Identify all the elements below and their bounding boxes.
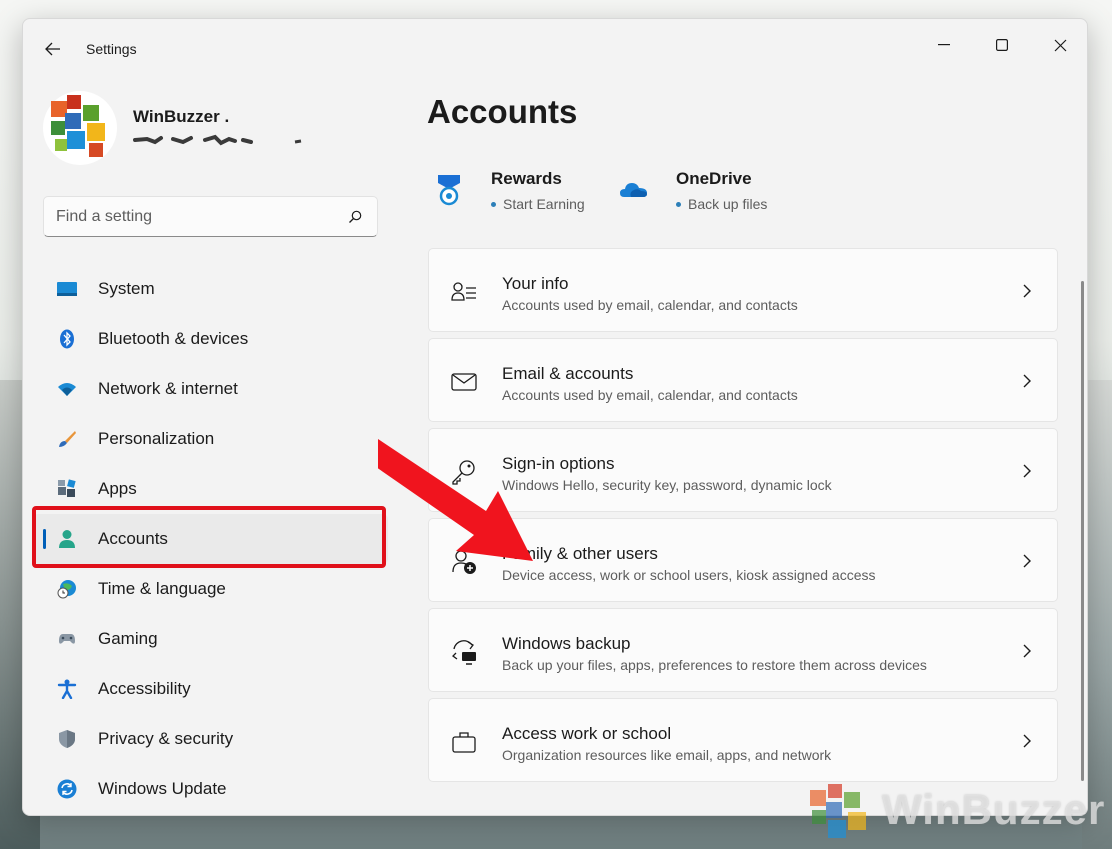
sidebar-item-label: Time & language — [98, 579, 226, 598]
sidebar-item-label: Gaming — [98, 629, 158, 648]
card-title: Windows backup — [502, 634, 631, 653]
search-input[interactable] — [56, 206, 336, 228]
sidebar-item-label: Windows Update — [98, 779, 227, 798]
card-subtitle: Organization resources like email, apps,… — [502, 747, 832, 763]
chevron-right-icon — [1023, 464, 1031, 478]
sidebar-item-windows-update[interactable]: Windows Update — [33, 764, 388, 814]
backup-sync-icon — [452, 640, 476, 665]
accounts-highlight-annotation — [32, 506, 386, 568]
sidebar-item-label: Accessibility — [98, 679, 191, 698]
onedrive-subtitle: Back up files — [676, 196, 767, 212]
settings-window: Settings WinBuzzer . Find a setting Syst… — [22, 18, 1088, 816]
onedrive-promo[interactable]: OneDrive Back up files — [620, 169, 790, 219]
close-button[interactable] — [1037, 27, 1083, 63]
onedrive-title: OneDrive — [676, 169, 752, 188]
sidebar-item-label: Personalization — [98, 429, 215, 448]
paintbrush-icon — [59, 431, 76, 447]
watermark-text: WinBuzzer — [882, 786, 1106, 833]
sidebar-item-label: Bluetooth & devices — [98, 329, 249, 348]
sidebar-item-bluetooth[interactable]: Bluetooth & devices — [33, 314, 388, 364]
user-name: WinBuzzer . — [133, 107, 230, 126]
sidebar-item-time-language[interactable]: Time & language — [33, 564, 388, 614]
chevron-right-icon — [1023, 734, 1031, 748]
back-button[interactable] — [39, 37, 67, 61]
wifi-icon — [58, 383, 76, 396]
onedrive-cloud-icon — [620, 183, 647, 197]
sidebar-item-privacy-security[interactable]: Privacy & security — [33, 714, 388, 764]
card-title: Email & accounts — [502, 364, 634, 383]
system-display-icon — [57, 282, 77, 296]
card-title: Access work or school — [502, 724, 672, 743]
redaction-scribble-icon — [133, 134, 302, 146]
page-title: Accounts — [427, 93, 578, 130]
card-your-info[interactable]: Your info Accounts used by email, calend… — [428, 248, 1058, 332]
card-subtitle: Back up your files, apps, preferences to… — [502, 657, 927, 673]
card-subtitle: Device access, work or school users, kio… — [502, 567, 876, 583]
card-email-accounts[interactable]: Email & accounts Accounts used by email,… — [428, 338, 1058, 422]
sidebar-item-label: Privacy & security — [98, 729, 234, 748]
close-icon — [1054, 39, 1066, 51]
back-arrow-icon — [45, 42, 60, 56]
card-subtitle: Accounts used by email, calendar, and co… — [502, 387, 798, 403]
card-access-work-school[interactable]: Access work or school Organization resou… — [428, 698, 1058, 782]
bluetooth-icon — [60, 329, 74, 349]
redacted-email — [133, 131, 303, 149]
sidebar-item-label: Apps — [98, 479, 137, 498]
rewards-subtitle: Start Earning — [491, 196, 585, 212]
briefcase-icon — [452, 732, 476, 753]
card-windows-backup[interactable]: Windows backup Back up your files, apps,… — [428, 608, 1058, 692]
sidebar-item-gaming[interactable]: Gaming — [33, 614, 388, 664]
rewards-title: Rewards — [491, 169, 562, 188]
chevron-right-icon — [1023, 374, 1031, 388]
winbuzzer-logo-icon — [810, 784, 866, 838]
search-icon[interactable] — [347, 209, 363, 225]
rewards-promo[interactable]: Rewards Start Earning — [435, 169, 605, 219]
red-arrow-annotation-icon — [378, 439, 533, 561]
main-scrollbar[interactable] — [1081, 281, 1084, 781]
title-bar: Settings — [23, 19, 1087, 79]
winbuzzer-logo-avatar-icon — [43, 91, 117, 165]
minimize-icon — [938, 44, 950, 46]
rewards-medal-icon — [438, 175, 460, 206]
sidebar-item-accessibility[interactable]: Accessibility — [33, 664, 388, 714]
update-sync-icon — [57, 779, 77, 799]
card-subtitle: Accounts used by email, calendar, and co… — [502, 297, 798, 313]
maximize-button[interactable] — [979, 27, 1025, 63]
search-box[interactable] — [43, 196, 378, 237]
shield-icon — [59, 730, 75, 748]
winbuzzer-watermark: WinBuzzer — [808, 780, 1108, 846]
maximize-icon — [996, 39, 1008, 51]
sidebar-item-system[interactable]: System — [33, 264, 388, 314]
person-details-icon — [451, 282, 476, 301]
chevron-right-icon — [1023, 644, 1031, 658]
card-subtitle: Windows Hello, security key, password, d… — [502, 477, 832, 493]
app-title: Settings — [86, 41, 137, 57]
minimize-button[interactable] — [921, 27, 967, 63]
sidebar-item-label: Network & internet — [98, 379, 238, 398]
envelope-icon — [451, 373, 477, 391]
accessibility-person-icon — [57, 679, 77, 699]
user-avatar[interactable] — [43, 91, 117, 165]
apps-grid-icon — [58, 479, 76, 497]
sidebar-item-network[interactable]: Network & internet — [33, 364, 388, 414]
chevron-right-icon — [1023, 554, 1031, 568]
chevron-right-icon — [1023, 284, 1031, 298]
game-controller-icon — [59, 634, 75, 644]
sidebar-item-personalization[interactable]: Personalization — [33, 414, 388, 464]
sidebar-item-label: System — [98, 279, 155, 298]
card-title: Your info — [502, 274, 569, 293]
globe-clock-icon — [57, 580, 76, 599]
